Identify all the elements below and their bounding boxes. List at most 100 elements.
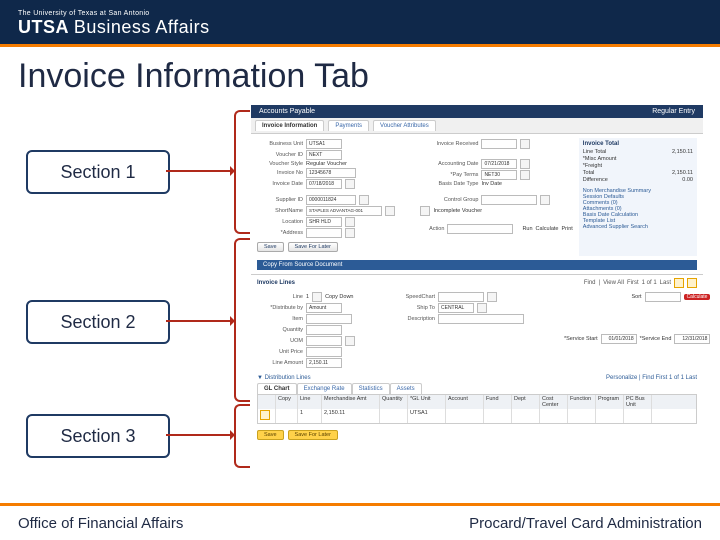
input-inv-received[interactable]	[481, 139, 517, 149]
lookup-icon[interactable]	[540, 195, 550, 205]
value-bu: UTSA1	[306, 139, 342, 149]
input-invoice-date[interactable]: 07/18/2018	[306, 179, 342, 189]
lookup-icon[interactable]	[477, 303, 487, 313]
td-fund[interactable]	[484, 409, 512, 423]
th-program: Program	[596, 395, 624, 409]
input-supplier-id[interactable]: 0000011824	[306, 195, 356, 205]
label-distribute-by: *Distribute by	[257, 305, 303, 311]
label-misc: *Misc Amount	[583, 156, 617, 162]
nav-last[interactable]: Last	[660, 280, 671, 286]
input-shipto[interactable]: CENTRAL	[438, 303, 474, 313]
label-total: Total	[583, 170, 595, 176]
subtab-stats[interactable]: Statistics	[352, 383, 390, 394]
td-merch-amt[interactable]: 2,150.11	[322, 409, 380, 423]
save-button[interactable]: Save	[257, 242, 284, 252]
lookup-icon[interactable]	[487, 292, 497, 302]
td-qty[interactable]	[380, 409, 408, 423]
connector-1	[166, 170, 234, 172]
subtab-exchange[interactable]: Exchange Rate	[297, 383, 352, 394]
add-row-icon[interactable]	[260, 410, 270, 420]
link-view-all[interactable]: View All	[603, 280, 624, 286]
save-later-button-bottom[interactable]: Save For Later	[288, 430, 338, 440]
app-mode: Regular Entry	[652, 108, 695, 115]
input-description[interactable]	[438, 314, 524, 324]
value-line-total: 2,150.11	[672, 149, 693, 155]
td-glunit[interactable]: UTSA1	[408, 409, 446, 423]
save-later-button[interactable]: Save For Later	[288, 242, 338, 252]
td-pc-bu[interactable]	[624, 409, 652, 423]
calendar-icon[interactable]	[520, 159, 530, 169]
value-voucher-style: Regular Voucher	[306, 161, 347, 167]
summary-title: Invoice Total	[583, 141, 693, 147]
nav-first[interactable]: First	[627, 280, 639, 286]
label-control-group: Control Group	[420, 197, 478, 203]
subtab-glchart[interactable]: GL Chart	[257, 383, 297, 394]
td-program[interactable]	[596, 409, 624, 423]
calendar-icon[interactable]	[345, 179, 355, 189]
td-function[interactable]	[568, 409, 596, 423]
label-voucher-style: Voucher Style	[257, 161, 303, 167]
input-invoice-no[interactable]: 12345678	[306, 168, 356, 178]
td-cost-center[interactable]	[540, 409, 568, 423]
slide-header: The University of Texas at San Antonio U…	[0, 0, 720, 44]
link-adv-supplier[interactable]: Advanced Supplier Search	[583, 224, 693, 230]
connector-3	[166, 434, 234, 436]
lookup-icon[interactable]	[345, 336, 355, 346]
print-button[interactable]: Print	[561, 226, 572, 232]
input-location[interactable]: SHR HLD	[306, 217, 342, 227]
nav-first[interactable]: First	[656, 375, 668, 381]
calc-badge[interactable]: Calculate	[684, 294, 711, 300]
delete-row-icon[interactable]	[687, 278, 697, 288]
input-svc-end[interactable]: 12/31/2018	[674, 334, 710, 344]
input-quantity[interactable]	[306, 325, 342, 335]
dist-title[interactable]: ▼ Distribution Lines	[257, 375, 311, 381]
input-pay-terms[interactable]: NET30	[481, 170, 517, 180]
input-misc[interactable]	[673, 156, 693, 162]
select-distribute-by[interactable]: Amount	[306, 303, 342, 313]
section-1-label: Section 1	[26, 150, 170, 194]
th-glunit: *GL Unit	[408, 395, 446, 409]
subtab-assets[interactable]: Assets	[390, 383, 422, 394]
th-line: Line	[298, 395, 322, 409]
input-address[interactable]	[306, 228, 342, 238]
input-shortname[interactable]: STAPLES ADVANTAG-001	[306, 206, 382, 216]
copy-from-header[interactable]: Copy From Source Document	[257, 260, 697, 270]
tab-voucher-attr[interactable]: Voucher Attributes	[373, 120, 436, 131]
th-merch-amt: Merchandise Amt	[322, 395, 380, 409]
lookup-icon[interactable]	[345, 217, 355, 227]
link-find[interactable]: Find	[584, 280, 596, 286]
input-line-amount[interactable]: 2,150.11	[306, 358, 342, 368]
lookup-icon[interactable]	[520, 170, 530, 180]
lookup-icon[interactable]	[359, 195, 369, 205]
input-speedchart[interactable]	[438, 292, 484, 302]
input-unit-price[interactable]	[306, 347, 342, 357]
lookup-icon[interactable]	[385, 206, 395, 216]
tab-invoice-info[interactable]: Invoice Information	[255, 120, 324, 131]
input-acct-date[interactable]: 07/21/2018	[481, 159, 517, 169]
td-dept[interactable]	[512, 409, 540, 423]
bracket-1	[234, 110, 250, 234]
input-control-group[interactable]	[481, 195, 537, 205]
input-svc-start[interactable]: 01/01/2018	[601, 334, 637, 344]
input-freight[interactable]	[673, 163, 693, 169]
label-svc-start: *Service Start	[564, 336, 598, 342]
save-button-bottom[interactable]: Save	[257, 430, 284, 440]
tab-payments[interactable]: Payments	[328, 120, 369, 131]
calendar-icon[interactable]	[520, 139, 530, 149]
nav-last[interactable]: Last	[686, 375, 697, 381]
checkbox-copydown[interactable]	[312, 292, 322, 302]
th-cost-center: Cost Center	[540, 395, 568, 409]
link-personalize[interactable]: Personalize | Find	[606, 375, 654, 381]
select-sort[interactable]	[645, 292, 681, 302]
lookup-icon[interactable]	[345, 228, 355, 238]
run-button[interactable]: Run	[522, 226, 532, 232]
select-action[interactable]	[447, 224, 513, 234]
th-blank	[258, 395, 276, 409]
checkbox-incomplete[interactable]	[420, 206, 430, 216]
input-item[interactable]	[306, 314, 352, 324]
input-uom[interactable]	[306, 336, 342, 346]
label-copydown: Copy Down	[325, 294, 353, 300]
add-row-icon[interactable]	[674, 278, 684, 288]
td-account[interactable]	[446, 409, 484, 423]
calc-button[interactable]: Calculate	[536, 226, 559, 232]
